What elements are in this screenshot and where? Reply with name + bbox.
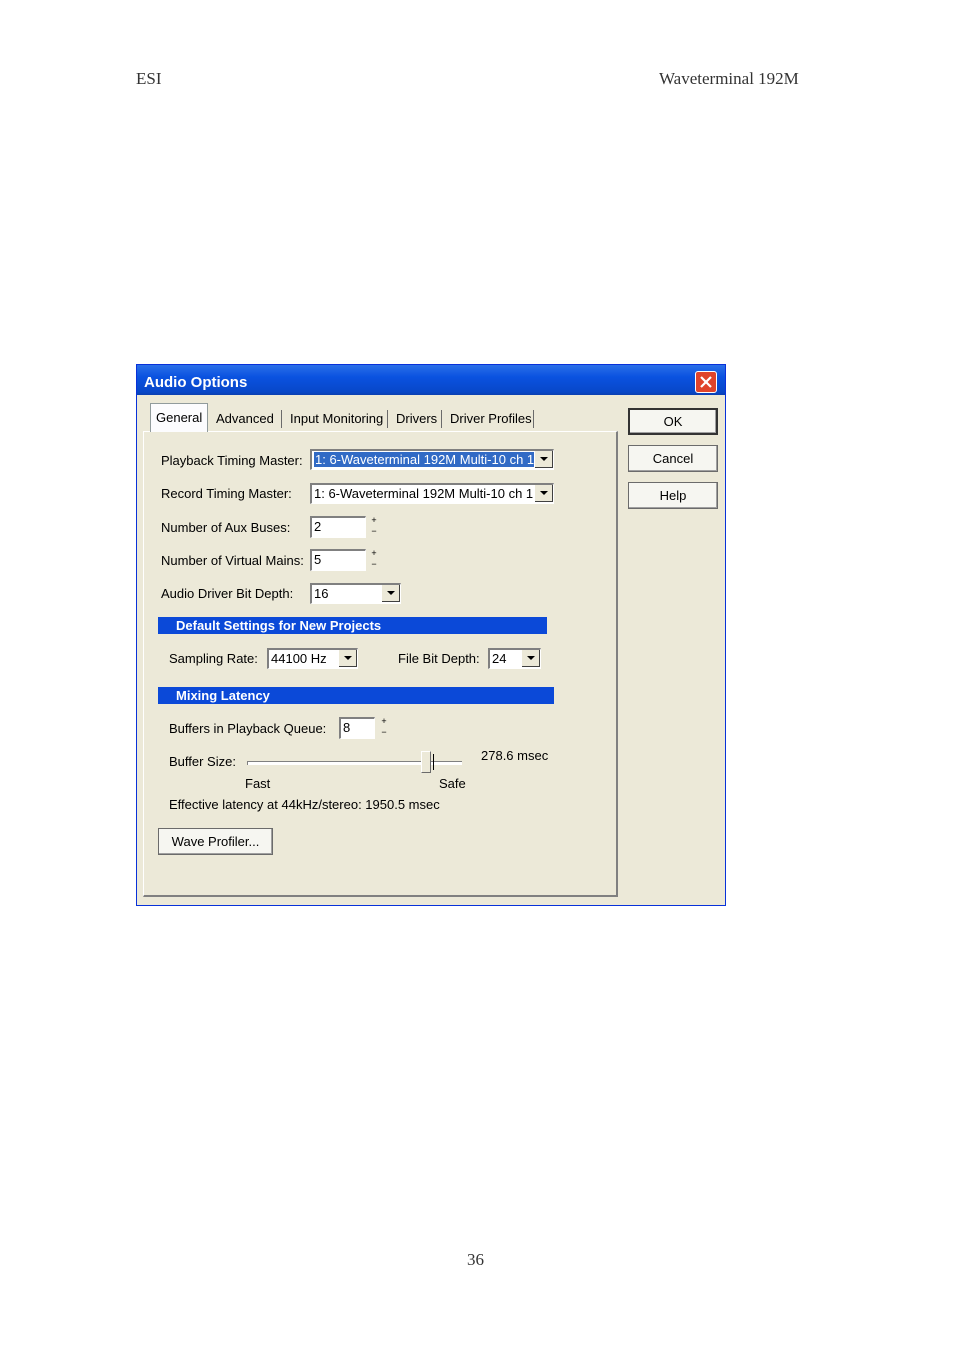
buffers-queue-value: 8: [343, 720, 351, 735]
tab-separator: [533, 410, 534, 428]
ok-button[interactable]: OK: [628, 408, 718, 435]
file-bit-depth-select[interactable]: 24: [488, 648, 541, 669]
slider-tick: [433, 754, 434, 770]
spin-down-icon[interactable]: −: [369, 560, 379, 569]
help-button[interactable]: Help: [628, 482, 718, 509]
virtual-mains-value: 5: [314, 552, 322, 567]
playback-timing-select[interactable]: 1: 6-Waveterminal 192M Multi-10 ch 1: [310, 449, 554, 470]
virtual-mains-stepper[interactable]: + −: [369, 549, 379, 571]
spin-up-icon[interactable]: +: [369, 516, 379, 525]
page-number: 36: [467, 1250, 484, 1269]
playback-timing-value: 1: 6-Waveterminal 192M Multi-10 ch 1: [314, 452, 536, 467]
playback-timing-label: Playback Timing Master:: [161, 453, 303, 468]
slider-safe-label: Safe: [439, 776, 466, 791]
chevron-down-icon: [387, 591, 395, 595]
title-bar[interactable]: Audio Options: [137, 365, 725, 395]
tab-separator: [387, 410, 388, 428]
buffer-size-slider-thumb[interactable]: [421, 751, 431, 773]
driver-bit-depth-value: 16: [314, 586, 329, 601]
buffer-size-label: Buffer Size:: [169, 754, 236, 769]
buffers-queue-stepper[interactable]: + −: [379, 717, 389, 739]
file-bit-depth-value: 24: [492, 651, 507, 666]
chevron-down-icon: [344, 656, 352, 660]
tab-drivers[interactable]: Drivers: [391, 405, 442, 431]
dropdown-button[interactable]: [338, 650, 357, 667]
tab-advanced[interactable]: Advanced: [211, 405, 279, 431]
aux-buses-input[interactable]: 2: [310, 516, 366, 538]
default-settings-header: Default Settings for New Projects: [158, 617, 547, 634]
dropdown-button[interactable]: [534, 451, 553, 468]
record-timing-select[interactable]: 1: 6-Waveterminal 192M Multi-10 ch 1: [310, 483, 554, 504]
close-icon: [700, 376, 712, 388]
cancel-button[interactable]: Cancel: [628, 445, 718, 472]
tab-input-monitoring[interactable]: Input Monitoring: [285, 405, 388, 431]
effective-latency-text: Effective latency at 44kHz/stereo: 1950.…: [169, 797, 440, 812]
driver-bit-depth-label: Audio Driver Bit Depth:: [161, 586, 294, 601]
wave-profiler-button[interactable]: Wave Profiler...: [158, 828, 273, 855]
dropdown-button[interactable]: [381, 585, 400, 602]
buffers-queue-label: Buffers in Playback Queue:: [169, 721, 327, 736]
spin-down-icon[interactable]: −: [379, 728, 389, 737]
close-button[interactable]: [695, 371, 717, 393]
aux-buses-stepper[interactable]: + −: [369, 516, 379, 538]
tab-general[interactable]: General: [150, 403, 209, 432]
record-timing-label: Record Timing Master:: [161, 486, 292, 501]
tab-separator: [281, 410, 282, 428]
mixing-latency-header: Mixing Latency: [158, 687, 554, 704]
slider-fast-label: Fast: [245, 776, 271, 791]
chevron-down-icon: [540, 457, 548, 461]
dropdown-button[interactable]: [534, 485, 553, 502]
driver-bit-depth-select[interactable]: 16: [310, 583, 401, 604]
sampling-rate-label: Sampling Rate:: [169, 651, 258, 666]
page-header-left: ESI: [136, 69, 162, 88]
chevron-down-icon: [540, 491, 548, 495]
dropdown-button[interactable]: [521, 650, 540, 667]
buffers-queue-input[interactable]: 8: [339, 717, 375, 739]
buffer-size-value: 278.6 msec: [481, 748, 549, 763]
aux-buses-label: Number of Aux Buses:: [161, 520, 291, 535]
virtual-mains-input[interactable]: 5: [310, 549, 366, 571]
aux-buses-value: 2: [314, 519, 322, 534]
sampling-rate-select[interactable]: 44100 Hz: [267, 648, 358, 669]
record-timing-value: 1: 6-Waveterminal 192M Multi-10 ch 1: [314, 486, 534, 501]
page-header-right: Waveterminal 192M: [659, 69, 799, 88]
dialog-title: Audio Options: [144, 374, 248, 391]
spin-up-icon[interactable]: +: [369, 549, 379, 558]
virtual-mains-label: Number of Virtual Mains:: [161, 553, 304, 568]
audio-options-dialog: Audio Options General Advanced Input Mon…: [136, 364, 726, 906]
tab-driver-profiles[interactable]: Driver Profiles: [445, 405, 537, 431]
file-bit-depth-label: File Bit Depth:: [398, 651, 480, 666]
chevron-down-icon: [527, 656, 535, 660]
spin-down-icon[interactable]: −: [369, 527, 379, 536]
tab-separator: [441, 410, 442, 428]
spin-up-icon[interactable]: +: [379, 717, 389, 726]
sampling-rate-value: 44100 Hz: [271, 651, 327, 666]
